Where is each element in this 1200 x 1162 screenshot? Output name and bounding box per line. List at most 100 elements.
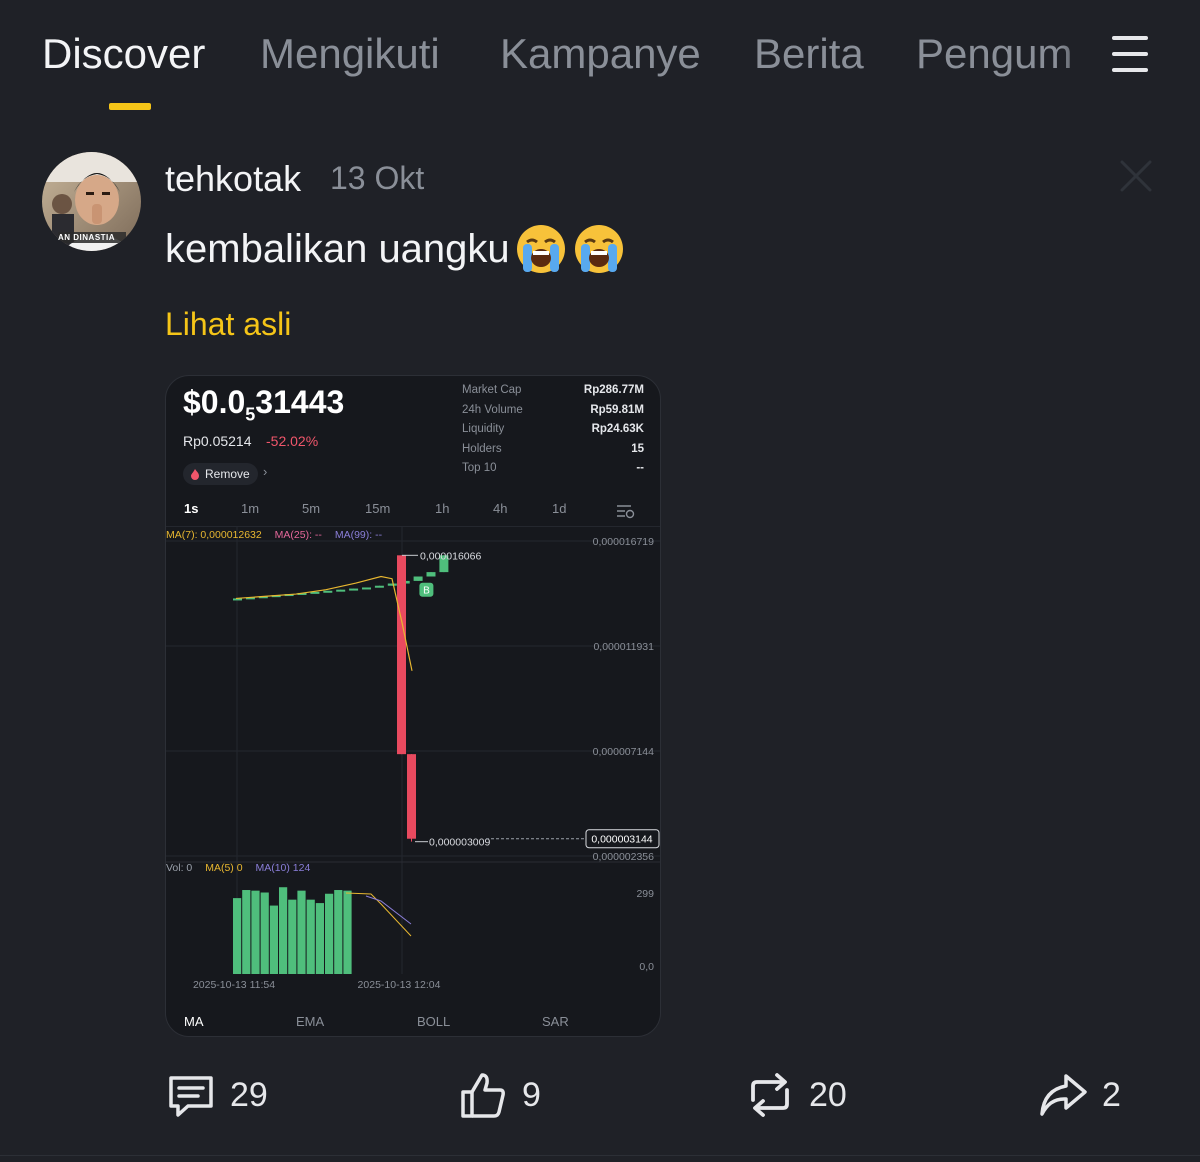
vol-tick-label: 0,0 <box>639 961 654 973</box>
current-price-label: 0,000003144 <box>591 834 652 846</box>
candle <box>349 588 359 591</box>
candle <box>397 555 406 755</box>
tab-berita[interactable]: Berita <box>754 30 864 78</box>
candle <box>387 583 397 586</box>
high-price-label: 0,000016066 <box>420 550 481 562</box>
interval-5m[interactable]: 5m <box>302 501 320 516</box>
remove-button[interactable]: Remove <box>183 463 258 485</box>
ma-legend: MA(7): 0,000012632 MA(25): -- MA(99): -- <box>166 529 392 541</box>
post-text: kembalikan uangku <box>165 222 626 276</box>
interval-tabs: 1s 1m 5m 15m 1h 4h 1d <box>166 501 660 523</box>
price-change: -52.02% <box>266 433 319 449</box>
ma25-label: MA(25): -- <box>274 529 322 541</box>
candle <box>413 576 423 581</box>
candle <box>407 754 416 839</box>
repost-button[interactable]: 20 <box>745 1070 847 1120</box>
tab-pengumuman[interactable]: Pengum <box>916 30 1072 78</box>
share-button[interactable]: 2 <box>1038 1070 1121 1120</box>
tab-kampanye[interactable]: Kampanye <box>500 30 701 78</box>
active-tab-indicator <box>109 103 151 110</box>
interval-15m[interactable]: 15m <box>365 501 390 516</box>
avatar-caption: AN DINASTIA <box>58 233 116 242</box>
repost-count: 20 <box>809 1075 847 1114</box>
post-username[interactable]: tehkotak <box>165 158 301 200</box>
thumbs-up-icon <box>461 1073 505 1118</box>
flame-icon <box>191 469 199 480</box>
interval-1d[interactable]: 1d <box>552 501 566 516</box>
close-icon[interactable] <box>1118 158 1154 194</box>
chart-settings-icon[interactable] <box>616 503 636 519</box>
x-tick-label: 2025-10-13 12:04 <box>358 979 441 991</box>
y-tick-label: 0,000011931 <box>593 641 654 653</box>
token-stats: Market Cap Rp286.77M 24h Volume Rp59.81M L… <box>462 384 644 482</box>
vol-tick-label: 299 <box>636 888 654 900</box>
hamburger-menu-icon[interactable] <box>1110 34 1150 74</box>
loudly-crying-face-icon <box>516 225 565 273</box>
indicator-ema[interactable]: EMA <box>296 1014 324 1029</box>
comment-button[interactable]: 29 <box>166 1070 268 1120</box>
view-original-link[interactable]: Lihat asli <box>165 306 291 343</box>
indicator-boll[interactable]: BOLL <box>417 1014 450 1029</box>
ma7-label: MA(7): 0,000012632 <box>166 529 262 541</box>
volume-bar <box>251 890 260 974</box>
tab-overflow-fade <box>1060 20 1110 90</box>
post-actions: 29 9 20 2 <box>0 1065 1200 1125</box>
indicator-sar[interactable]: SAR <box>542 1014 569 1029</box>
candle <box>336 589 346 592</box>
top-nav: Discover Mengikuti Kampanye Berita Pengu… <box>0 0 1200 120</box>
volume-bar <box>260 892 269 974</box>
interval-1s[interactable]: 1s <box>184 501 198 516</box>
repost-icon <box>751 1073 789 1117</box>
divider <box>0 1155 1200 1156</box>
post-date: 13 Okt <box>330 160 425 196</box>
vol-label: Vol: 0 <box>166 862 193 874</box>
x-tick-label: 2025-10-13 11:54 <box>193 979 275 991</box>
volume-bar <box>279 887 288 974</box>
vol-ma10-label: MA(10) 124 <box>255 862 311 874</box>
stat-row: Top 10 -- <box>462 462 644 474</box>
share-count: 2 <box>1102 1075 1121 1114</box>
buy-marker-label: B <box>423 586 430 597</box>
stat-row: Liquidity Rp24.63K <box>462 423 644 435</box>
post-text-content: kembalikan uangku <box>165 226 510 271</box>
volume-bar <box>233 898 242 974</box>
candle <box>323 590 333 593</box>
candle <box>426 572 436 577</box>
volume-bar <box>297 890 306 974</box>
volume-bar <box>334 890 343 974</box>
candlestick-chart[interactable]: 0,000016719 0,000011931 0,000007144 0,00000… <box>166 526 661 996</box>
interval-1m[interactable]: 1m <box>241 501 259 516</box>
volume-bar <box>315 903 324 974</box>
indicator-ma[interactable]: MA <box>184 1014 204 1029</box>
volume-bar <box>343 890 352 974</box>
ma7-line <box>235 575 413 671</box>
volume-bar <box>306 899 315 974</box>
volume-bar <box>242 890 251 974</box>
comment-icon <box>169 1076 213 1117</box>
chevron-right-icon: › <box>263 464 268 479</box>
chart-image-card[interactable]: $0.0531443 Rp0.05214 -52.02% Remove › Ma… <box>165 375 661 1037</box>
interval-1h[interactable]: 1h <box>435 501 449 516</box>
stat-row: Holders 15 <box>462 442 644 455</box>
like-button[interactable]: 9 <box>458 1070 541 1120</box>
like-count: 9 <box>522 1075 541 1114</box>
y-tick-label: 0,000002356 <box>593 851 654 863</box>
comment-count: 29 <box>230 1075 268 1114</box>
interval-4h[interactable]: 4h <box>493 501 507 516</box>
share-icon <box>1040 1074 1087 1116</box>
indicator-tabs: MA EMA BOLL SAR <box>166 1014 660 1032</box>
token-price: $0.0531443 <box>183 384 345 425</box>
vol-ma5-label: MA(5) 0 <box>205 862 243 874</box>
tab-discover[interactable]: Discover <box>42 30 205 78</box>
vol-ma10-line <box>365 895 412 925</box>
low-price-label: 0,000003009 <box>429 837 490 849</box>
vol-ma5-line <box>345 892 412 937</box>
y-tick-label: 0,000007144 <box>593 746 654 758</box>
stat-row: Market Cap Rp286.77M <box>462 384 644 396</box>
candle <box>362 587 371 590</box>
loudly-crying-face-icon <box>574 225 623 273</box>
candle <box>374 585 384 588</box>
volume-bar <box>325 893 334 974</box>
stat-row: 24h Volume Rp59.81M <box>462 403 644 416</box>
tab-mengikuti[interactable]: Mengikuti <box>260 30 440 78</box>
